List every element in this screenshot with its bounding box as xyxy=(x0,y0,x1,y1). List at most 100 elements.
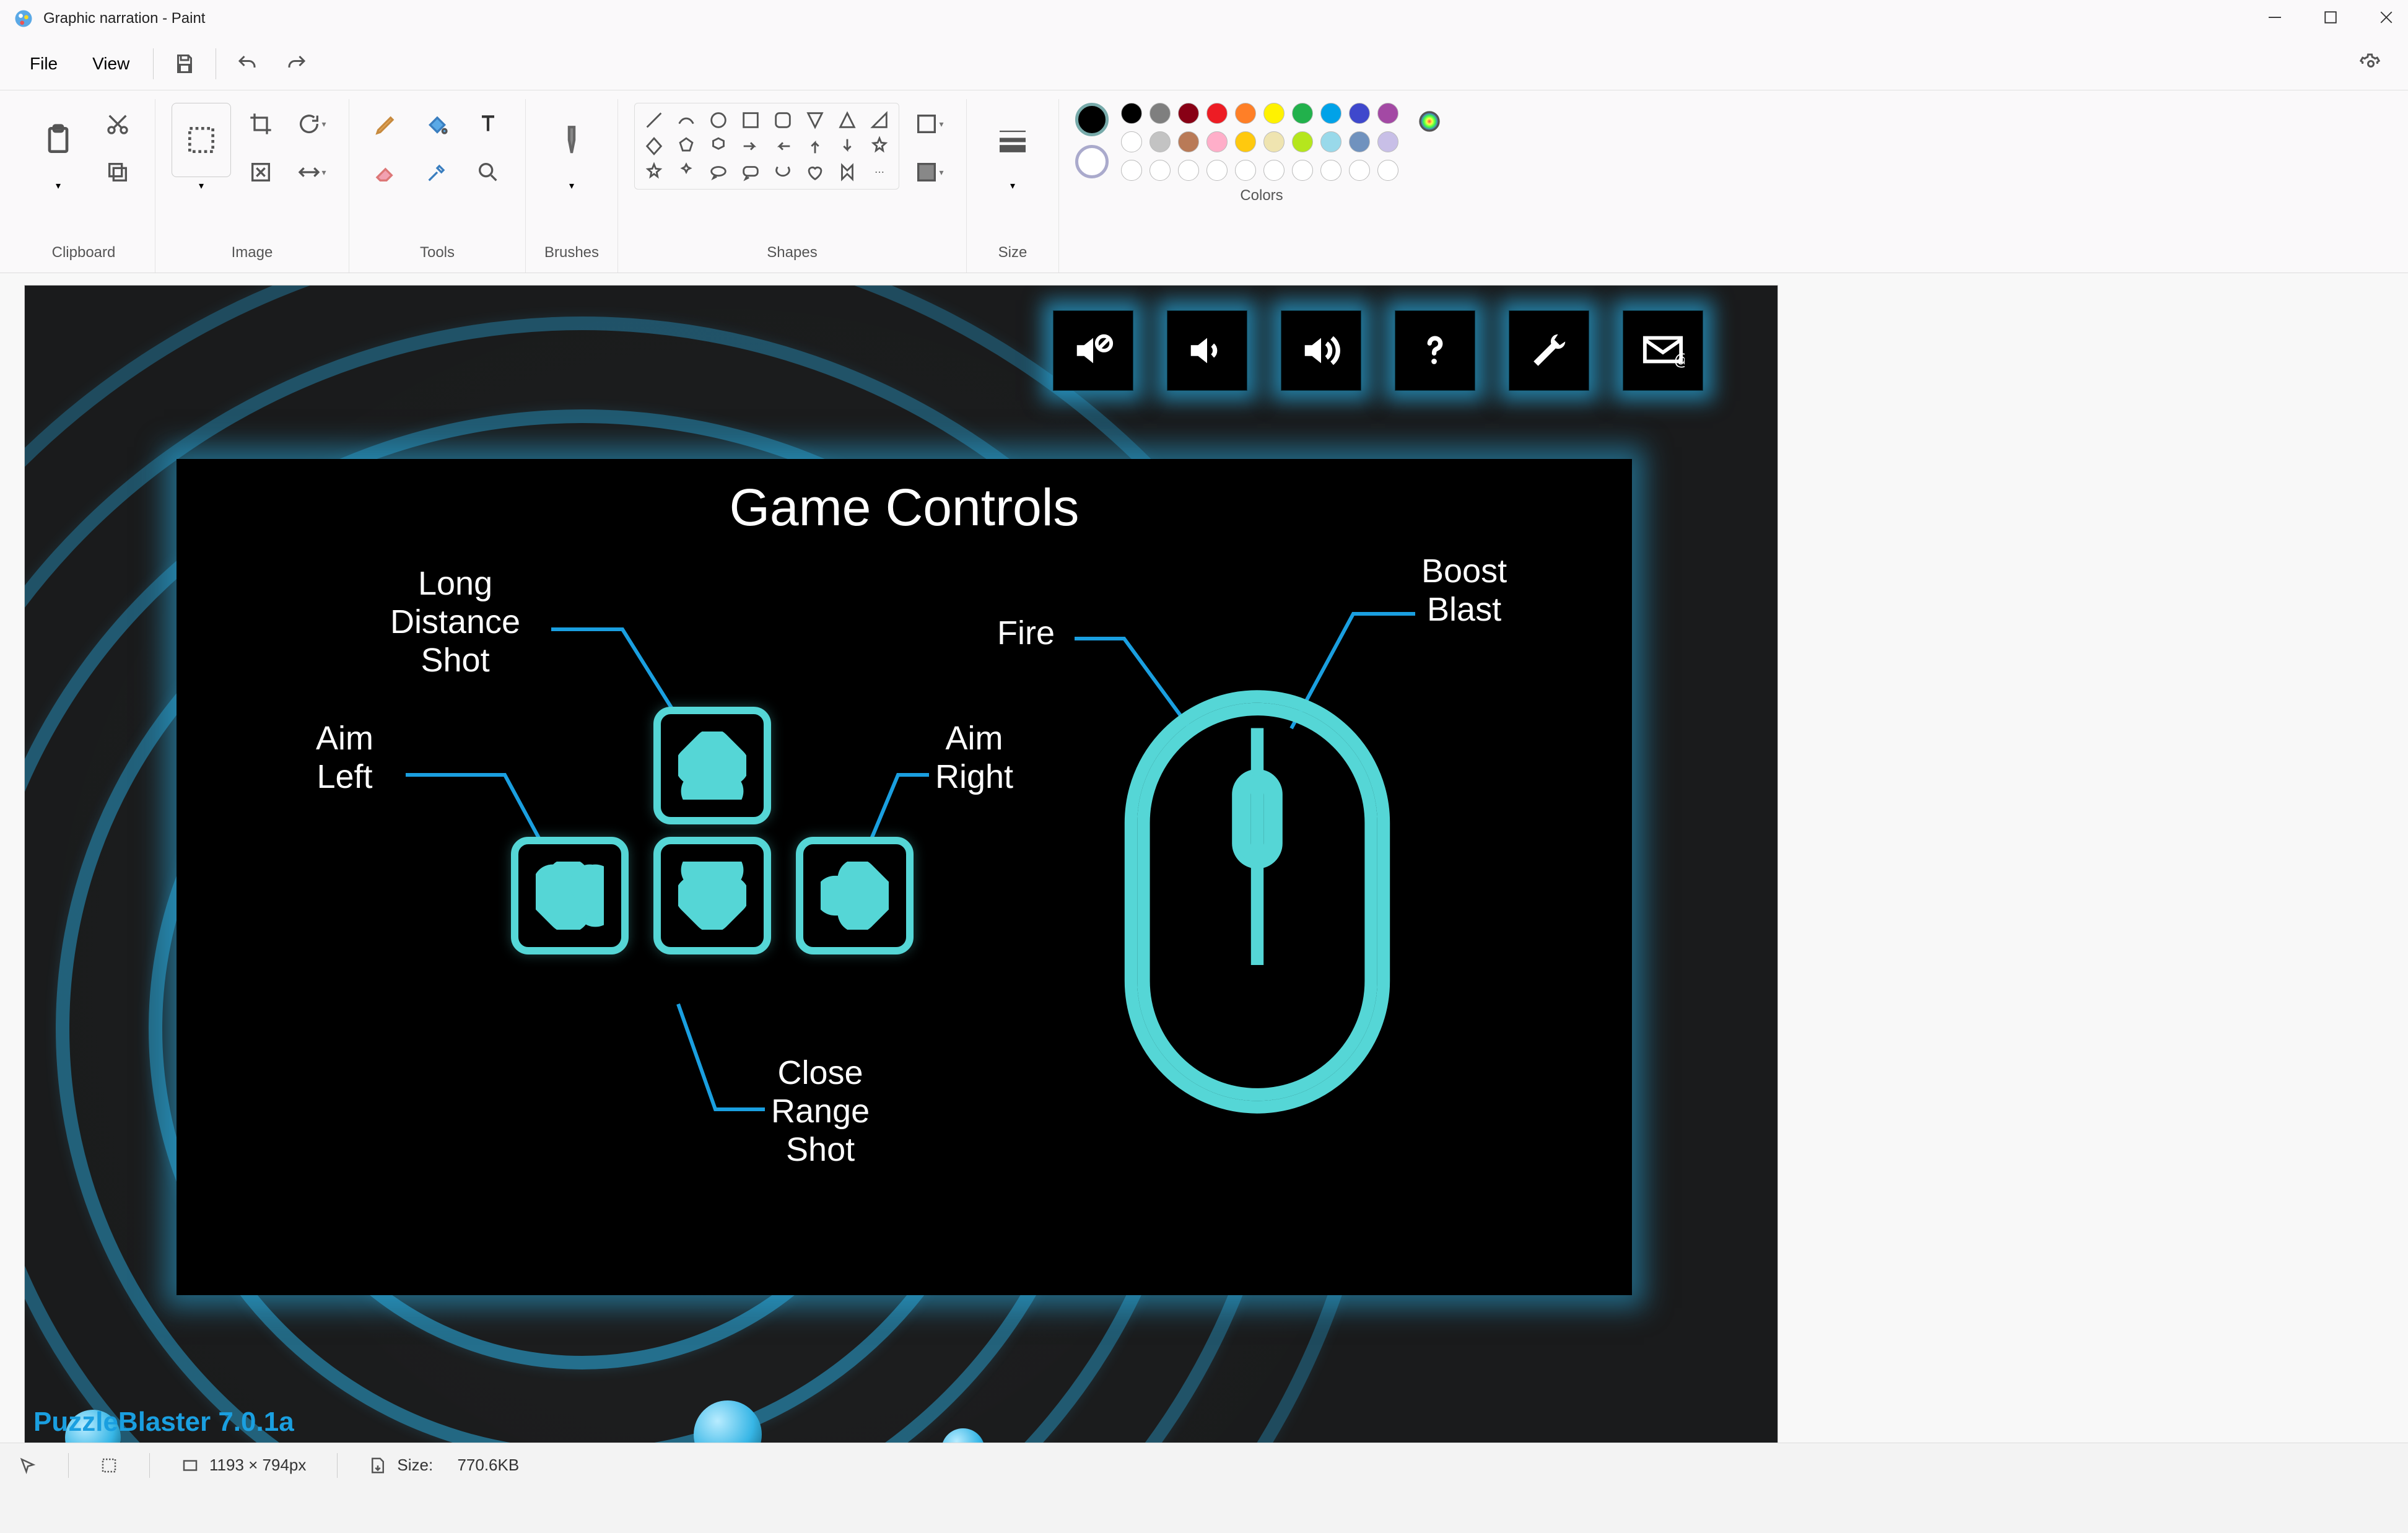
minimize-button[interactable] xyxy=(2266,8,2284,30)
window-title: Graphic narration - Paint xyxy=(43,10,205,27)
color-swatch[interactable] xyxy=(1292,131,1313,152)
shape-fill-button[interactable]: ▾ xyxy=(908,151,950,193)
workspace: @ Game Controls LongDistanceShot AimLeft… xyxy=(0,273,2408,1487)
group-label: Clipboard xyxy=(52,238,116,273)
volume-high-button[interactable] xyxy=(1281,310,1361,391)
eraser-tool[interactable] xyxy=(365,151,408,193)
mute-button[interactable] xyxy=(1053,310,1133,391)
watermark: PuzzleBlaster 7.0.1a xyxy=(33,1407,294,1438)
close-button[interactable] xyxy=(2377,8,2396,30)
color-swatch[interactable] xyxy=(1263,103,1285,124)
mail-button[interactable]: @ xyxy=(1623,310,1703,391)
color-swatch[interactable] xyxy=(1377,160,1398,181)
pencil-tool[interactable] xyxy=(365,103,408,145)
paste-button[interactable] xyxy=(28,103,88,177)
color-swatch[interactable] xyxy=(1292,103,1313,124)
separator xyxy=(153,48,154,79)
color-swatch[interactable] xyxy=(1377,131,1398,152)
settings-wrench-button[interactable] xyxy=(1509,310,1589,391)
color-swatch[interactable] xyxy=(1320,160,1341,181)
edit-colors-button[interactable] xyxy=(1411,103,1448,140)
resize-button[interactable] xyxy=(240,151,282,193)
color-swatch[interactable] xyxy=(1320,103,1341,124)
file-size: Size: 770.6KB xyxy=(369,1456,519,1475)
key-left xyxy=(511,837,629,954)
color-swatch[interactable] xyxy=(1206,103,1228,124)
canvas-dimensions: 1193 × 794px xyxy=(181,1456,306,1475)
maximize-button[interactable] xyxy=(2321,8,2340,30)
chevron-down-icon[interactable]: ▾ xyxy=(56,180,61,192)
color2-swatch[interactable] xyxy=(1075,145,1109,178)
group-label: Size xyxy=(998,238,1027,273)
select-button[interactable] xyxy=(172,103,231,177)
brush-button[interactable] xyxy=(542,103,601,177)
text-tool[interactable] xyxy=(467,103,509,145)
undo-button[interactable] xyxy=(231,48,263,80)
key-down xyxy=(653,837,771,954)
color-swatch[interactable] xyxy=(1263,160,1285,181)
color-swatch[interactable] xyxy=(1349,160,1370,181)
picker-tool[interactable] xyxy=(416,151,458,193)
key-right xyxy=(796,837,914,954)
color-swatch[interactable] xyxy=(1206,131,1228,152)
zoom-tool[interactable] xyxy=(467,151,509,193)
color-swatch[interactable] xyxy=(1149,131,1171,152)
rotate-button[interactable]: ▾ xyxy=(290,103,333,145)
size-button[interactable] xyxy=(983,103,1042,177)
chevron-down-icon[interactable]: ▾ xyxy=(569,180,574,192)
color-swatch[interactable] xyxy=(1377,103,1398,124)
redo-button[interactable] xyxy=(281,48,313,80)
color-swatch[interactable] xyxy=(1235,131,1256,152)
chevron-down-icon[interactable]: ▾ xyxy=(199,180,204,192)
help-button[interactable] xyxy=(1395,310,1475,391)
menu-view[interactable]: View xyxy=(75,48,147,80)
color-swatch[interactable] xyxy=(1178,103,1199,124)
color-swatch[interactable] xyxy=(1349,103,1370,124)
mouse-diagram xyxy=(1099,663,1415,1140)
group-image: ▾ ▾ ▾ Image xyxy=(155,99,349,273)
shapes-gallery[interactable]: ⋯ xyxy=(634,103,899,190)
game-top-buttons: @ xyxy=(1053,310,1703,391)
group-label: Shapes xyxy=(767,238,817,273)
selection-size xyxy=(100,1456,118,1475)
copy-button[interactable] xyxy=(97,151,139,193)
color-swatch[interactable] xyxy=(1235,103,1256,124)
svg-text:@: @ xyxy=(1674,350,1685,369)
cut-button[interactable] xyxy=(97,103,139,145)
menu-file[interactable]: File xyxy=(12,48,75,80)
group-label: Brushes xyxy=(544,238,599,273)
group-label: Image xyxy=(232,238,273,273)
color-swatch[interactable] xyxy=(1206,160,1228,181)
group-brushes: ▾ Brushes xyxy=(526,99,618,273)
color-swatch[interactable] xyxy=(1178,131,1199,152)
cursor-pos xyxy=(19,1456,37,1475)
titlebar: Graphic narration - Paint xyxy=(0,0,2408,37)
color-swatch[interactable] xyxy=(1349,131,1370,152)
color-swatch[interactable] xyxy=(1178,160,1199,181)
settings-button[interactable] xyxy=(2355,48,2387,80)
color-swatch[interactable] xyxy=(1121,103,1142,124)
color-swatch[interactable] xyxy=(1235,160,1256,181)
chevron-down-icon[interactable]: ▾ xyxy=(1010,180,1015,192)
color-swatch[interactable] xyxy=(1121,160,1142,181)
fill-tool[interactable] xyxy=(416,103,458,145)
save-button[interactable] xyxy=(168,48,201,80)
shape-outline-button[interactable]: ▾ xyxy=(908,103,950,145)
game-controls-panel: Game Controls LongDistanceShot AimLeft A… xyxy=(177,459,1632,1295)
key-up xyxy=(653,707,771,824)
crop-button[interactable] xyxy=(240,103,282,145)
color-swatch[interactable] xyxy=(1149,103,1171,124)
color-swatch[interactable] xyxy=(1292,160,1313,181)
canvas[interactable]: @ Game Controls LongDistanceShot AimLeft… xyxy=(25,286,1778,1444)
flip-button[interactable]: ▾ xyxy=(290,151,333,193)
group-clipboard: ▾ Clipboard xyxy=(12,99,155,273)
color-swatch[interactable] xyxy=(1263,131,1285,152)
color-swatch[interactable] xyxy=(1320,131,1341,152)
color1-swatch[interactable] xyxy=(1075,103,1109,136)
color-swatch[interactable] xyxy=(1149,160,1171,181)
group-shapes: ⋯ ▾ ▾ Shapes xyxy=(618,99,967,273)
volume-low-button[interactable] xyxy=(1167,310,1247,391)
group-size: ▾ Size xyxy=(967,99,1059,273)
menubar: File View xyxy=(0,37,2408,90)
color-swatch[interactable] xyxy=(1121,131,1142,152)
